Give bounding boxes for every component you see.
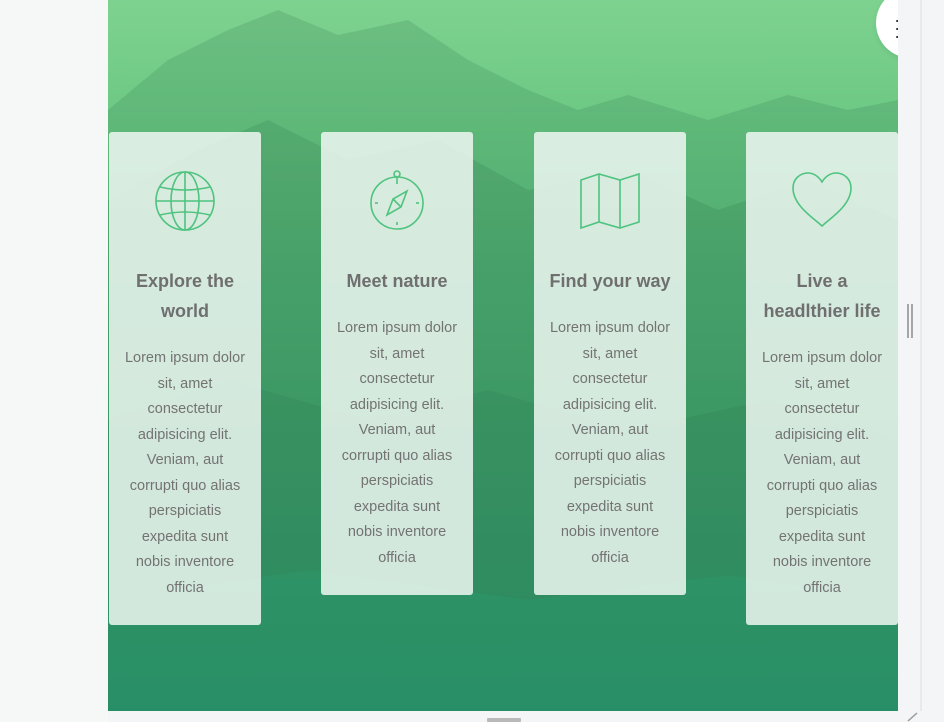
hero-section: Explore the world Lorem ipsum dolor sit,… bbox=[108, 0, 898, 711]
page-left-margin bbox=[0, 0, 108, 722]
page-right-margin bbox=[898, 0, 944, 722]
feature-card-find-way: Find your way Lorem ipsum dolor sit, ame… bbox=[534, 132, 686, 595]
feature-card-explore: Explore the world Lorem ipsum dolor sit,… bbox=[109, 132, 261, 625]
feature-description: Lorem ipsum dolor sit, amet consectetur … bbox=[549, 320, 671, 566]
feature-title: Find your way bbox=[549, 271, 671, 291]
corner-resize-icon[interactable] bbox=[906, 712, 918, 722]
feature-description: Lorem ipsum dolor sit, amet consectetur … bbox=[761, 350, 883, 596]
feature-title: Meet nature bbox=[346, 271, 448, 291]
feature-card-nature: Meet nature Lorem ipsum dolor sit, amet … bbox=[321, 132, 473, 595]
feature-title: Explore the world bbox=[135, 271, 235, 321]
scrollbar-track bbox=[920, 0, 922, 722]
feature-description: Lorem ipsum dolor sit, amet consectetur … bbox=[336, 320, 458, 566]
horizontal-resize-handle[interactable] bbox=[487, 718, 521, 722]
feature-description: Lorem ipsum dolor sit, amet consectetur … bbox=[124, 350, 246, 596]
heart-icon bbox=[792, 172, 852, 228]
globe-icon bbox=[155, 171, 215, 231]
page-bottom-margin bbox=[108, 711, 944, 722]
map-icon bbox=[580, 172, 640, 230]
vertical-resize-handle[interactable] bbox=[906, 304, 914, 338]
compass-icon bbox=[370, 170, 424, 230]
feature-card-healthier-life: Live a headlthier life Lorem ipsum dolor… bbox=[746, 132, 898, 625]
feature-title: Live a headlthier life bbox=[763, 271, 881, 321]
